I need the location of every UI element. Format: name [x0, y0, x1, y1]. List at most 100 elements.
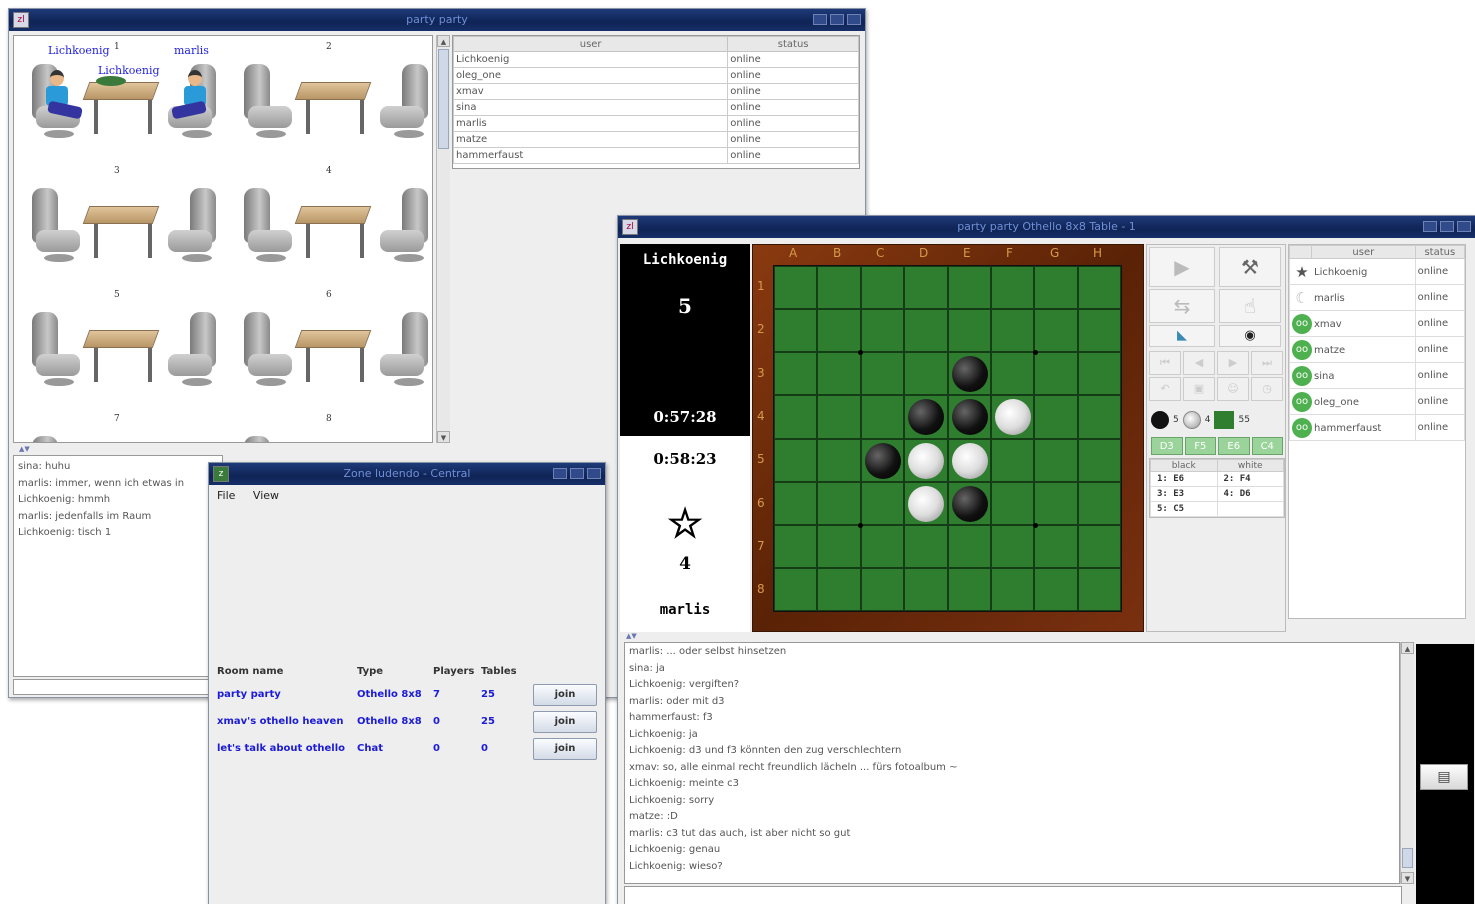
- person-icon[interactable]: ☺: [1217, 377, 1249, 401]
- board-square-e2[interactable]: [947, 309, 991, 353]
- board-square-e4[interactable]: [947, 395, 991, 439]
- undo-icon[interactable]: ↶: [1149, 377, 1181, 401]
- close-button[interactable]: [587, 468, 601, 479]
- board-square-h5[interactable]: [1077, 438, 1121, 482]
- board-square-b7[interactable]: [817, 524, 861, 568]
- menu-file[interactable]: File: [217, 489, 235, 502]
- board-square-f2[interactable]: [990, 309, 1035, 353]
- hint-move[interactable]: F5: [1184, 437, 1216, 455]
- board-square-b6[interactable]: [817, 481, 861, 525]
- table-row[interactable]: hammerfaust online: [452, 147, 859, 164]
- board-square-f5[interactable]: [990, 438, 1035, 482]
- board-square-a4[interactable]: [774, 395, 818, 439]
- scroll-down-arrow[interactable]: ▼: [1401, 872, 1414, 884]
- chair-right[interactable]: [164, 312, 222, 392]
- room-name[interactable]: party party: [217, 689, 357, 700]
- table-row[interactable]: oo sina online: [1289, 362, 1466, 389]
- board-square-d2[interactable]: [904, 309, 948, 353]
- zone-titlebar[interactable]: z Zone ludendo - Central: [209, 463, 605, 485]
- board-square-h1[interactable]: [1077, 266, 1121, 310]
- close-button[interactable]: [847, 14, 861, 25]
- first-move-icon[interactable]: ⏮: [1149, 351, 1181, 375]
- maximize-button[interactable]: [570, 468, 584, 479]
- chair-right[interactable]: [164, 188, 222, 268]
- column-header-icon[interactable]: [1289, 245, 1312, 259]
- tables-scrollbar[interactable]: ▲ ▼: [436, 35, 450, 443]
- maximize-button[interactable]: [1440, 221, 1454, 232]
- board-square-d5[interactable]: [904, 438, 948, 482]
- board-square-a7[interactable]: [774, 524, 818, 568]
- scroll-up-arrow[interactable]: ▲: [437, 35, 450, 47]
- board-square-e8[interactable]: [947, 567, 991, 611]
- chair-left[interactable]: [238, 312, 296, 392]
- column-header-status[interactable]: status: [1414, 245, 1466, 259]
- save-icon[interactable]: ▣: [1183, 377, 1215, 401]
- board-square-g8[interactable]: [1034, 567, 1078, 611]
- game-titlebar[interactable]: zl party party Othello 8x8 Table - 1: [618, 216, 1475, 238]
- table-row[interactable]: matze online: [452, 131, 859, 148]
- minimize-button[interactable]: [1423, 221, 1437, 232]
- chair-left[interactable]: [26, 312, 84, 392]
- chair-left[interactable]: [238, 188, 296, 268]
- chair-right[interactable]: [376, 64, 432, 144]
- table-row[interactable]: oo matze online: [1289, 336, 1466, 363]
- board-square-b3[interactable]: [817, 352, 861, 396]
- board-square-c3[interactable]: [860, 352, 905, 396]
- table-row[interactable]: 5: C5: [1150, 501, 1284, 517]
- board-square-c4[interactable]: [860, 395, 905, 439]
- board-square-h4[interactable]: [1077, 395, 1121, 439]
- board-square-c6[interactable]: [860, 481, 905, 525]
- settings-icon[interactable]: ⚒: [1219, 247, 1281, 287]
- hint-move[interactable]: C4: [1251, 437, 1283, 455]
- table-row[interactable]: oo oleg_one online: [1289, 388, 1466, 415]
- chair-left[interactable]: [238, 436, 296, 442]
- game-chat-input[interactable]: [624, 886, 1402, 904]
- board-square-g1[interactable]: [1034, 266, 1078, 310]
- table-8[interactable]: 8: [226, 414, 432, 442]
- board-square-b4[interactable]: [817, 395, 861, 439]
- play-icon[interactable]: ▶: [1149, 247, 1215, 287]
- board-square-a2[interactable]: [774, 309, 818, 353]
- room-name[interactable]: let's talk about othello: [217, 743, 357, 754]
- splitter-arrows[interactable]: ▲▼: [19, 445, 30, 453]
- board-square-c7[interactable]: [860, 524, 905, 568]
- column-header-user[interactable]: user: [1311, 245, 1416, 259]
- maximize-button[interactable]: [830, 14, 844, 25]
- table-7[interactable]: 7: [14, 414, 224, 442]
- board-square-f3[interactable]: [990, 352, 1035, 396]
- room-name[interactable]: xmav's othello heaven: [217, 716, 357, 727]
- board-square-b2[interactable]: [817, 309, 861, 353]
- chair-right[interactable]: [376, 188, 432, 268]
- lobby-chat-input[interactable]: [13, 679, 223, 695]
- table-row[interactable]: Lichkoenig online: [452, 51, 859, 68]
- chair-left[interactable]: [238, 64, 296, 144]
- table-row[interactable]: oo hammerfaust online: [1289, 414, 1466, 441]
- handshake-icon[interactable]: ⇆: [1149, 289, 1215, 323]
- board-square-c2[interactable]: [860, 309, 905, 353]
- board-square-d1[interactable]: [904, 266, 948, 310]
- chair-left[interactable]: [26, 436, 84, 442]
- scroll-down-arrow[interactable]: ▼: [437, 431, 450, 443]
- board-square-e5[interactable]: [947, 438, 991, 482]
- flag-icon[interactable]: ◣: [1149, 325, 1215, 347]
- board-square-h3[interactable]: [1077, 352, 1121, 396]
- board-square-e6[interactable]: [947, 481, 991, 525]
- last-move-icon[interactable]: ⏭: [1251, 351, 1283, 375]
- lobby-titlebar[interactable]: zl party party: [9, 9, 865, 31]
- board-square-a3[interactable]: [774, 352, 818, 396]
- splitter-arrows[interactable]: ▲▼: [626, 632, 637, 640]
- table-row[interactable]: xmav online: [452, 83, 859, 100]
- chair-right[interactable]: [376, 312, 432, 392]
- scroll-thumb[interactable]: [1402, 848, 1413, 868]
- hint-move[interactable]: E6: [1218, 437, 1250, 455]
- board-square-g4[interactable]: [1034, 395, 1078, 439]
- clock-icon[interactable]: ◷: [1251, 377, 1283, 401]
- column-header-status[interactable]: status: [727, 36, 859, 52]
- table-row[interactable]: 1: E6 2: F4: [1150, 471, 1284, 487]
- board-square-e1[interactable]: [947, 266, 991, 310]
- board-square-g6[interactable]: [1034, 481, 1078, 525]
- board-square-f8[interactable]: [990, 567, 1035, 611]
- next-move-icon[interactable]: ▶: [1217, 351, 1249, 375]
- board-square-e3[interactable]: [947, 352, 991, 396]
- board-square-a6[interactable]: [774, 481, 818, 525]
